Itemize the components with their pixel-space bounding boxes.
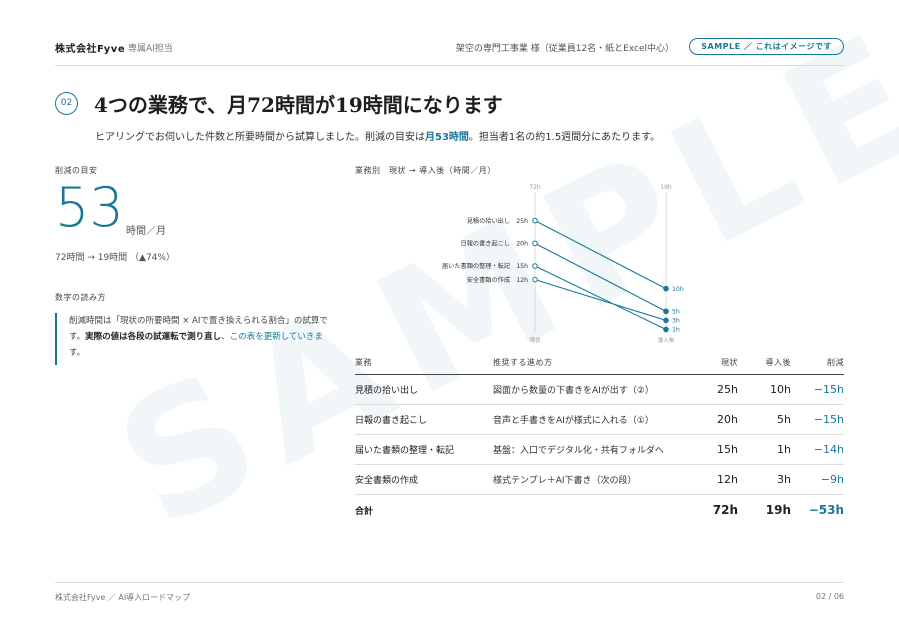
- cell-method: 図面から数量の下書きをAIが出す（②）: [493, 374, 693, 405]
- cell-after: 10h: [738, 374, 791, 405]
- summary-value: 53: [55, 176, 124, 239]
- cell-cut: −14h: [791, 434, 844, 465]
- point-after: [663, 317, 669, 324]
- note-line-2-pre: す。: [69, 332, 86, 342]
- axis-top-label-after: 19h: [660, 184, 672, 191]
- cell-cut: −15h: [791, 374, 844, 405]
- after-value-label: 5h: [672, 309, 680, 316]
- point-before: [532, 263, 538, 269]
- lead-highlight: 月53時間: [425, 132, 469, 143]
- lead-post: 。担当者1名の約1.5週間分にあたります。: [468, 132, 661, 143]
- table-row: 安全書類の作成 様式テンプレ＋AI下書き（次の段） 12h 3h −9h: [355, 464, 844, 495]
- point-after: [663, 308, 669, 315]
- cell-after: 5h: [738, 404, 791, 435]
- after-value-label: 10h: [672, 286, 684, 293]
- table-total-row: 合計 72h 19h −53h: [355, 494, 844, 526]
- total-empty: [493, 494, 693, 526]
- col-before: 現状: [693, 352, 738, 375]
- cell-before: 20h: [693, 404, 738, 435]
- cell-cut: −9h: [791, 464, 844, 495]
- series-label: 安全書類の作成 12h: [467, 276, 528, 284]
- cell-before: 25h: [693, 374, 738, 405]
- table-header-row: 業務 推奨する進め方 現状 導入後 削減: [355, 352, 844, 375]
- after-value-label: 3h: [672, 318, 680, 325]
- summary-label: 削減の目安: [55, 166, 98, 175]
- sample-badge: SAMPLE ／ これはイメージです: [689, 38, 844, 55]
- summary-detail: 72時間 → 19時間 （▲74%）: [55, 253, 175, 263]
- table-row: 届いた書類の整理・転記 基盤：入口でデジタル化・共有フォルダへ 15h 1h −…: [355, 434, 844, 465]
- series-label: 日報の書き起こし 20h: [461, 240, 529, 248]
- reading-note: 削減時間は「現状の所要時間 × AIで置き換えられる割合」の試算で す。実際の値…: [55, 313, 337, 365]
- cell-task: 日報の書き起こし: [355, 404, 493, 435]
- slope-line: [534, 265, 667, 330]
- cell-task: 安全書類の作成: [355, 464, 493, 495]
- col-cut: 削減: [791, 352, 844, 375]
- note-line-2-mid: 、: [221, 332, 230, 342]
- table-row: 日報の書き起こし 音声と手書きをAIが様式に入れる（①） 20h 5h −15h: [355, 404, 844, 435]
- cell-method: 様式テンプレ＋AI下書き（次の段）: [493, 464, 693, 495]
- table-row: 見積の拾い出し 図面から数量の下書きをAIが出す（②） 25h 10h −15h: [355, 374, 844, 405]
- axis-top-label-before: 72h: [529, 184, 541, 191]
- chart-label: 業務別 現状 → 導入後（時間／月）: [355, 166, 496, 175]
- slope-line: [534, 242, 667, 312]
- cell-after: 3h: [738, 464, 791, 495]
- brand-name: 株式会社Fyve: [55, 44, 126, 55]
- series-label: 見積の拾い出し 25h: [467, 217, 528, 225]
- cell-method: 音声と手書きをAIが様式に入れる（①）: [493, 404, 693, 435]
- col-after: 導入後: [738, 352, 791, 375]
- note-bold-text: 実際の値は各段の試運転で測り直し: [85, 332, 222, 342]
- cell-before: 12h: [693, 464, 738, 495]
- col-method: 推奨する進め方: [493, 352, 693, 375]
- brand-subtitle: 専属AI担当: [128, 44, 173, 54]
- cell-task: 見積の拾い出し: [355, 374, 493, 405]
- lead-pre: ヒアリングでお伺いした件数と所要時間から試算しました。削減の目安は: [95, 132, 425, 143]
- axis-bottom-label-before: 現状: [529, 336, 541, 344]
- page-title: 4つの業務で、月72時間が19時間になります: [94, 93, 503, 117]
- reduction-table: 業務 推奨する進め方 現状 導入後 削減 見積の拾い出し 図面から数量の下書きを…: [355, 352, 844, 526]
- client-name: 架空の専門工事業 様（従業員12名・紙とExcel中心）: [455, 44, 674, 54]
- total-before: 72h: [712, 503, 738, 518]
- after-value-label: 1h: [672, 327, 680, 334]
- point-before: [532, 276, 538, 283]
- cell-task: 届いた書類の整理・転記: [355, 434, 493, 465]
- total-label: 合計: [355, 506, 374, 517]
- total-after: 19h: [765, 503, 791, 518]
- slope-line: [534, 220, 667, 290]
- note-teal-text: この表を更新していきま: [229, 332, 323, 342]
- point-before: [532, 217, 538, 224]
- axis-bottom-label-after: 導入後: [658, 336, 675, 344]
- lead-text: ヒアリングでお伺いした件数と所要時間から試算しました。削減の目安は月53時間。担…: [95, 128, 660, 143]
- series-label: 届いた書類の整理・転記 15h: [442, 262, 528, 270]
- cell-after: 1h: [738, 434, 791, 465]
- point-after: [663, 285, 669, 292]
- note-line-2: す。実際の値は各段の試運転で測り直し、この表を更新していきま: [69, 329, 337, 345]
- cell-cut: −15h: [791, 404, 844, 435]
- section-number: 02: [55, 92, 78, 115]
- point-after: [663, 326, 669, 333]
- page-header: 株式会社Fyve 専属AI担当 架空の専門工事業 様（従業員12名・紙とExce…: [55, 36, 844, 66]
- cell-before: 15h: [693, 434, 738, 465]
- note-line-3: す。: [69, 348, 86, 358]
- cell-method: 基盤：入口でデジタル化・共有フォルダへ: [493, 434, 693, 465]
- reading-label: 数字の読み方: [55, 293, 106, 302]
- slope-chart: 72h 19h 現状 導入後 見積の拾い出し 25h 10h 日報の書き起こし 20h 5h 届…: [442, 184, 684, 344]
- footer-title: 株式会社Fyve ／ AI導入ロードマップ: [55, 593, 191, 602]
- page-number: 02 / 06: [815, 592, 844, 601]
- point-before: [532, 240, 538, 247]
- col-task: 業務: [355, 352, 493, 375]
- page-footer: 株式会社Fyve ／ AI導入ロードマップ 02 / 06: [55, 582, 844, 602]
- note-line-1: 削減時間は「現状の所要時間 × AIで置き換えられる割合」の試算で: [69, 316, 328, 326]
- total-cut: −53h: [808, 503, 844, 518]
- slope-line: [534, 279, 667, 321]
- summary-unit: 時間／月: [126, 226, 166, 237]
